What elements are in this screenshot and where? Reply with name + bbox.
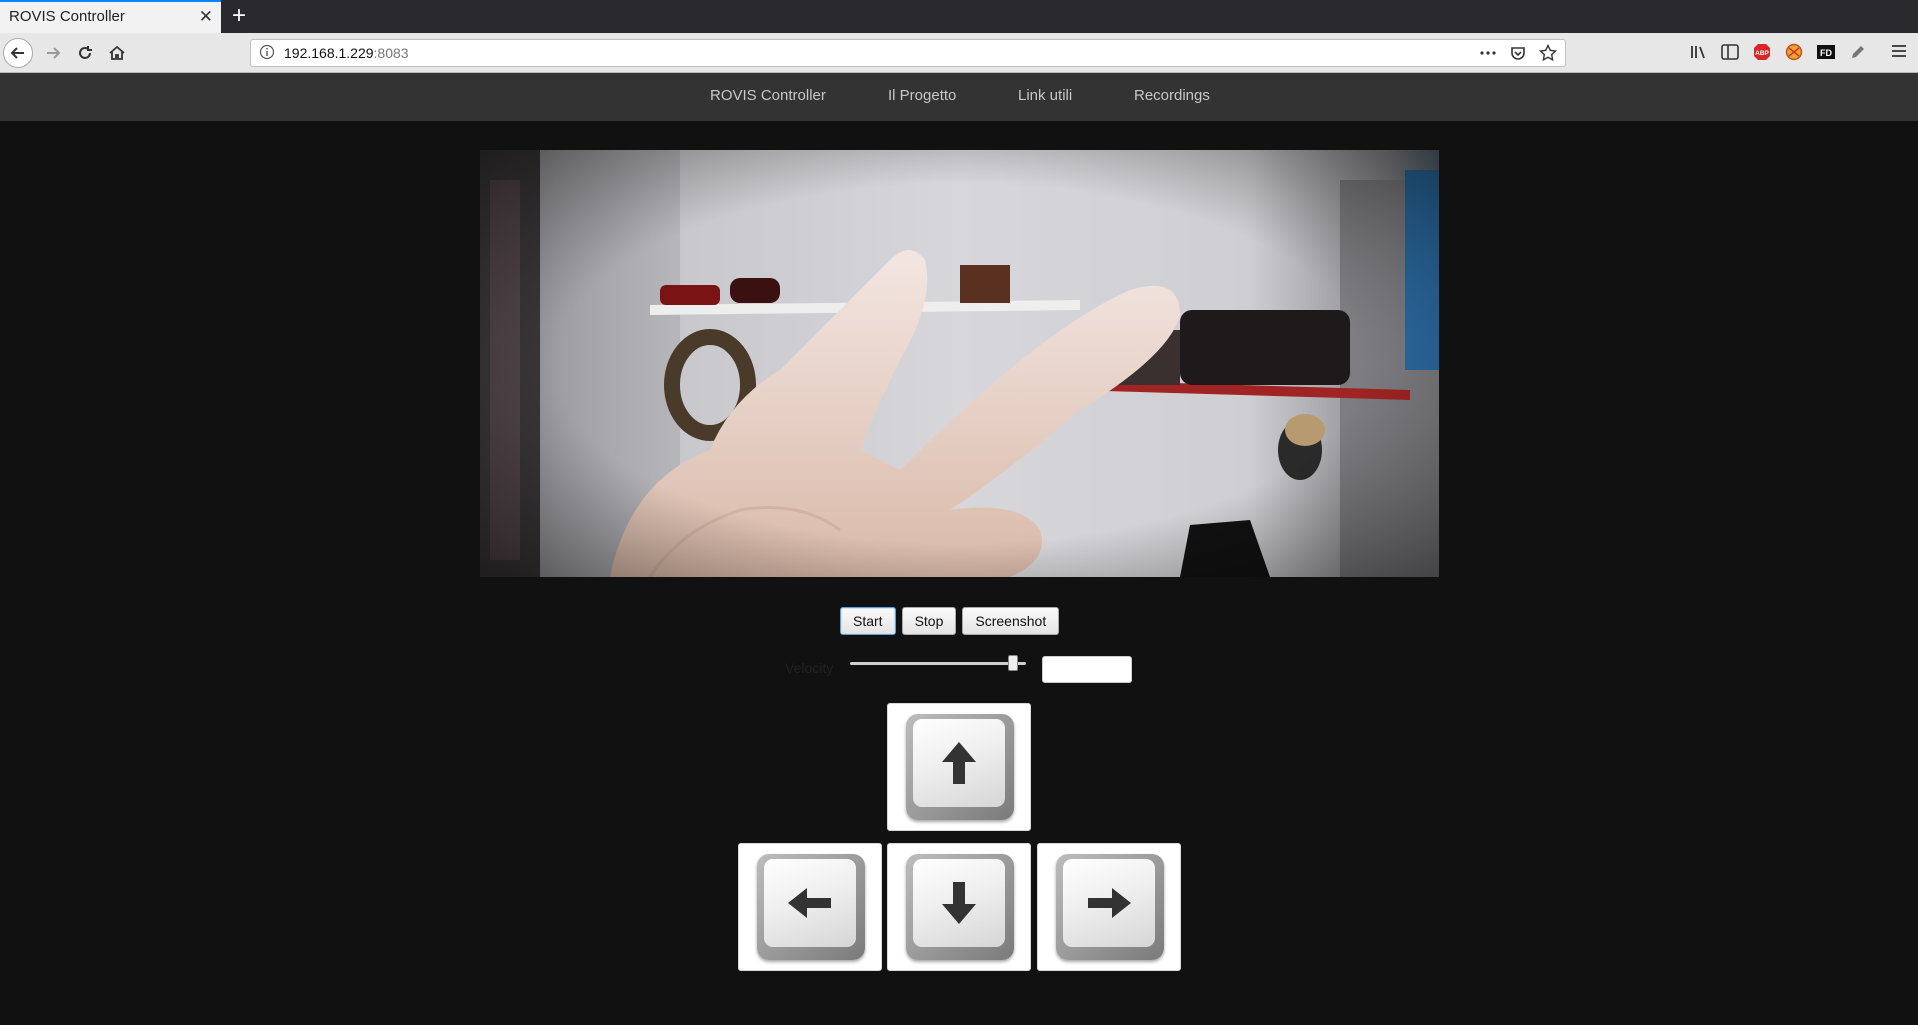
- svg-text:FD: FD: [1820, 48, 1832, 58]
- back-icon[interactable]: [3, 38, 33, 68]
- url-text: 192.168.1.229:8083: [284, 45, 409, 61]
- stop-button[interactable]: Stop: [901, 607, 957, 635]
- adblock-icon[interactable]: ABP: [1752, 42, 1772, 62]
- home-icon[interactable]: [102, 38, 132, 68]
- new-tab-icon[interactable]: +: [232, 2, 246, 30]
- nav-link-rovis-controller[interactable]: ROVIS Controller: [710, 87, 826, 104]
- url-port: :8083: [373, 45, 409, 61]
- velocity-label: Velocity: [785, 660, 834, 676]
- velocity-slider-thumb[interactable]: [1008, 655, 1018, 671]
- reload-icon[interactable]: [70, 38, 100, 68]
- nav-link-link-utili[interactable]: Link utili: [1018, 87, 1072, 104]
- right-arrow-icon: [1088, 888, 1131, 918]
- velocity-slider[interactable]: [850, 655, 1026, 671]
- right-key-button[interactable]: [1037, 843, 1181, 971]
- url-host: 192.168.1.229: [284, 45, 374, 61]
- stream-controls: Start Stop Screenshot: [840, 607, 1060, 635]
- left-arrow-icon: [788, 888, 831, 918]
- nav-link-recordings[interactable]: Recordings: [1134, 87, 1210, 104]
- extension-icon[interactable]: [1784, 42, 1804, 62]
- browser-tab[interactable]: ROVIS Controller ✕: [0, 0, 221, 33]
- site-navbar: ROVIS Controller Il Progetto Link utili …: [0, 73, 1918, 121]
- start-button[interactable]: Start: [840, 607, 896, 635]
- library-icon[interactable]: [1688, 42, 1708, 62]
- up-arrow-icon: [942, 742, 976, 784]
- camera-video-stream: [480, 150, 1439, 577]
- more-icon[interactable]: [1479, 44, 1497, 62]
- left-key-button[interactable]: [738, 843, 882, 971]
- info-icon[interactable]: [259, 44, 275, 60]
- sidebar-icon[interactable]: [1720, 42, 1740, 62]
- bookmark-star-icon[interactable]: [1539, 44, 1557, 62]
- url-bar[interactable]: 192.168.1.229:8083: [250, 39, 1566, 67]
- browser-tab-bar: ROVIS Controller ✕ +: [0, 0, 1918, 33]
- menu-icon[interactable]: [1890, 43, 1910, 63]
- up-key-button[interactable]: [887, 703, 1031, 831]
- velocity-slider-track: [850, 662, 1026, 665]
- pen-icon[interactable]: [1848, 42, 1868, 62]
- tab-title: ROVIS Controller: [9, 8, 125, 25]
- pocket-icon[interactable]: [1509, 44, 1527, 62]
- fd-icon[interactable]: FD: [1816, 42, 1836, 62]
- nav-link-il-progetto[interactable]: Il Progetto: [888, 87, 956, 104]
- screenshot-button[interactable]: Screenshot: [962, 607, 1060, 635]
- velocity-value-input[interactable]: [1042, 656, 1132, 683]
- forward-icon[interactable]: [38, 38, 68, 68]
- down-arrow-icon: [942, 882, 976, 924]
- svg-text:ABP: ABP: [1755, 50, 1769, 57]
- camera-frame-image: [480, 150, 1439, 577]
- down-key-button[interactable]: [887, 843, 1031, 971]
- tab-close-icon[interactable]: ✕: [199, 7, 213, 27]
- browser-toolbar: 192.168.1.229:8083 ABP FD: [0, 33, 1918, 73]
